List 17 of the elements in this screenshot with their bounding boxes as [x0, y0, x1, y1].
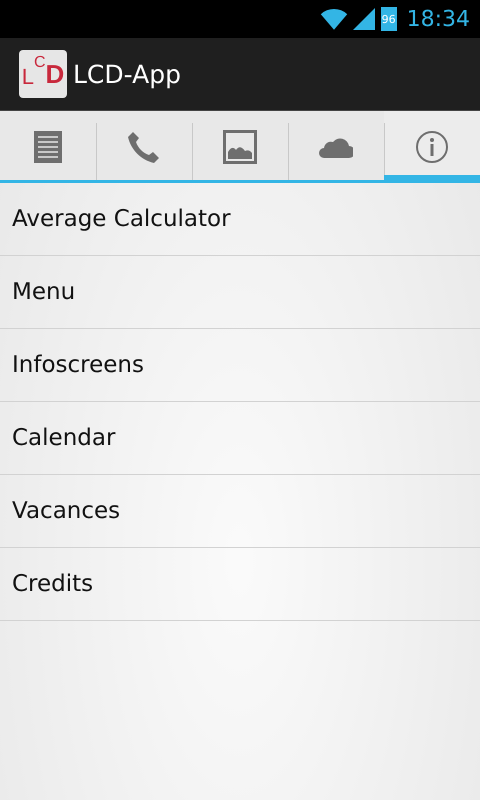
app-title: LCD-App	[73, 60, 181, 88]
battery-icon: 96	[380, 7, 397, 31]
list-item[interactable]: Calendar	[0, 402, 480, 475]
list-item[interactable]: Credits	[0, 548, 480, 621]
list-item[interactable]: Infoscreens	[0, 329, 480, 402]
list-item[interactable]: Average Calculator	[0, 183, 480, 256]
list-item[interactable]: Menu	[0, 256, 480, 329]
tab[interactable]	[384, 111, 480, 183]
signal-icon	[352, 7, 375, 31]
cloud-icon	[319, 136, 353, 158]
image-icon	[223, 130, 257, 164]
phone-icon	[127, 130, 161, 164]
document-icon	[34, 131, 62, 163]
list-item[interactable]: Vacances	[0, 475, 480, 548]
wifi-icon	[318, 7, 349, 31]
info-icon	[415, 130, 449, 164]
clock: 18:34	[406, 6, 470, 32]
